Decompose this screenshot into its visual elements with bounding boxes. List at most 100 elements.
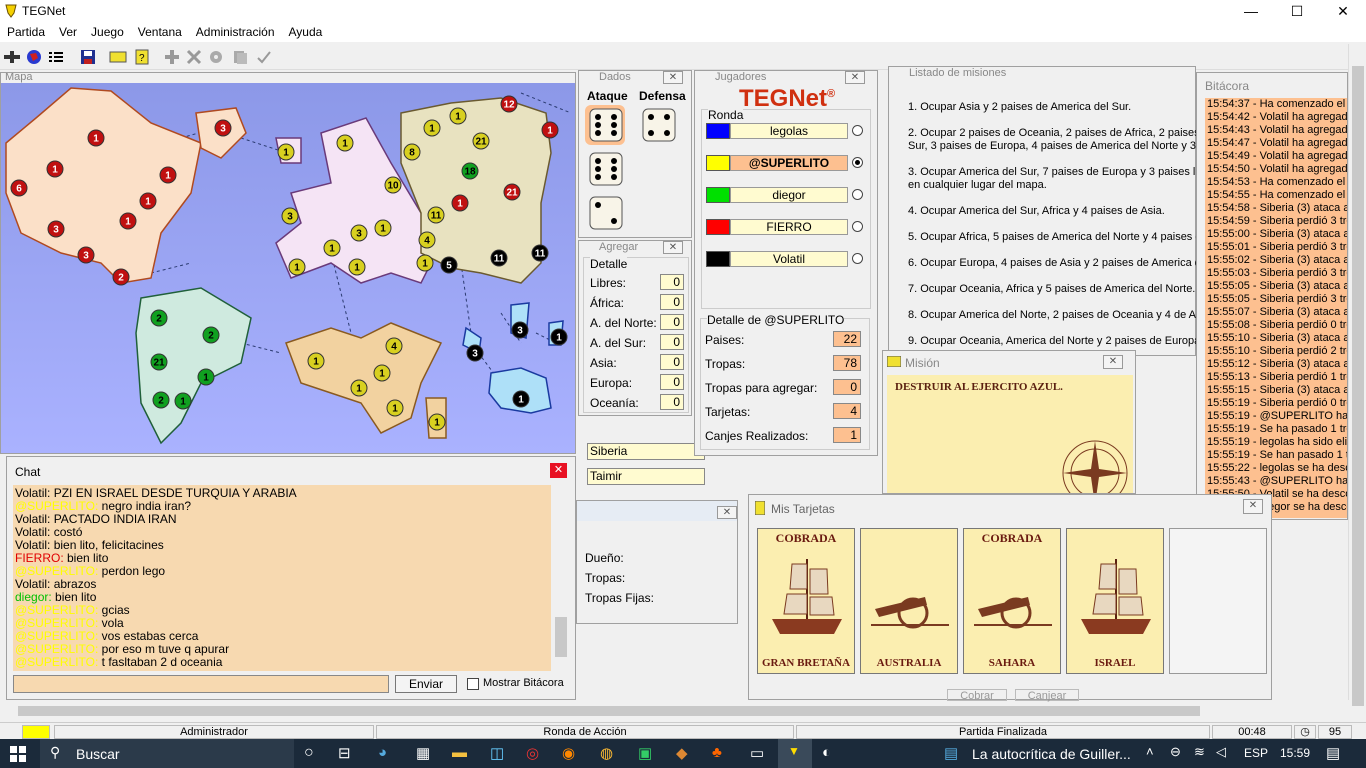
app2-icon[interactable]: ♣ <box>712 744 722 761</box>
main-horizontal-scrollbar[interactable] <box>0 702 1348 720</box>
task-view-icon[interactable]: ⊟ <box>338 744 351 762</box>
end-turn-check-icon[interactable] <box>254 47 274 67</box>
player-radio-selected[interactable] <box>852 157 863 168</box>
chrome-icon[interactable]: ◍ <box>600 744 613 762</box>
volume-icon[interactable]: ◁ <box>1216 744 1226 760</box>
window-title: TEGNet <box>22 4 66 18</box>
mission-item: Sur, 3 paises de Europa, 4 paises de Ame… <box>908 140 1206 152</box>
player-radio[interactable] <box>852 221 863 232</box>
menu-ver[interactable]: Ver <box>52 22 84 42</box>
main-vertical-scrollbar[interactable] <box>1348 44 1366 706</box>
player-color-swatch <box>706 251 730 267</box>
add-row-value: 0 <box>660 314 684 330</box>
menu-ventana[interactable]: Ventana <box>131 22 189 42</box>
store-icon[interactable]: ◫ <box>490 744 504 762</box>
language-indicator[interactable]: ESP <box>1244 746 1268 760</box>
cortana-icon[interactable]: ○ <box>304 744 314 762</box>
log-entry: 15:55:22 - legolas se ha desc <box>1207 462 1348 474</box>
selected-country-to[interactable]: Taimir <box>587 468 705 485</box>
log-entry: 15:55:10 - Siberia (3) ataca a <box>1207 332 1348 344</box>
army-count: 21 <box>506 188 518 199</box>
chat-text: PACTADO INDIA IRAN <box>50 512 177 526</box>
army-count: 1 <box>547 126 553 137</box>
list-icon[interactable] <box>46 47 66 67</box>
collect-button[interactable]: Cobrar <box>947 689 1007 702</box>
copy-icon[interactable] <box>230 47 250 67</box>
app3-icon[interactable]: ▭ <box>750 744 764 762</box>
card-yellow-icon[interactable] <box>108 47 128 67</box>
show-log-checkbox[interactable] <box>467 678 479 690</box>
target-icon[interactable]: ◎ <box>526 744 539 762</box>
player-radio[interactable] <box>852 189 863 200</box>
detail-value: 0 <box>833 379 861 395</box>
scrollbar-thumb[interactable] <box>1352 66 1364 706</box>
app4-icon[interactable]: ◐ <box>822 744 831 761</box>
taskbar-search-box[interactable]: ⚲ Buscar <box>40 739 294 768</box>
log-entry: 15:55:07 - Siberia (3) ataca a <box>1207 306 1348 318</box>
edge-icon[interactable]: ◕ <box>378 744 387 761</box>
country-card[interactable]: COBRADA SAHARA <box>963 528 1061 674</box>
app-icon[interactable]: ◆ <box>676 744 688 762</box>
calculator-icon[interactable]: ▦ <box>416 744 430 762</box>
country-card[interactable]: ISRAEL <box>1066 528 1164 674</box>
chat-scrollbar[interactable] <box>553 485 569 671</box>
taskbar-clock[interactable]: 15:59 <box>1280 746 1310 760</box>
news-headline[interactable]: La autocrítica de Guiller... <box>972 746 1131 762</box>
log-list[interactable]: 15:54:37 - Ha comenzado el t 15:54:42 - V… <box>1205 98 1348 518</box>
excel-icon[interactable]: ▣ <box>638 744 652 762</box>
minimize-button[interactable]: — <box>1228 0 1274 22</box>
detail-label: Paises: <box>705 333 745 347</box>
globe-icon[interactable] <box>24 47 44 67</box>
wifi-icon[interactable]: ≋ <box>1194 744 1205 760</box>
menu-partida[interactable]: Partida <box>0 22 52 42</box>
card-question-icon[interactable]: ? <box>132 47 152 67</box>
dice-close-icon[interactable]: ✕ <box>663 71 683 84</box>
send-button[interactable]: Enviar <box>395 675 457 693</box>
teg-task-button[interactable]: ▼ <box>778 739 812 768</box>
connect-icon[interactable] <box>2 47 22 67</box>
mission-item: 7. Ocupar Oceania, Africa y 5 paises de … <box>908 283 1196 295</box>
player-color-swatch <box>706 187 730 203</box>
chat-text: negro india iran? <box>98 499 192 513</box>
notifications-icon[interactable]: ▤ <box>1326 744 1340 762</box>
menu-administracion[interactable]: Administración <box>189 22 282 42</box>
menu-ayuda[interactable]: Ayuda <box>282 22 330 42</box>
mission-close-icon[interactable]: ✕ <box>1103 355 1123 369</box>
player-radio[interactable] <box>852 125 863 136</box>
tray-chevron-icon[interactable]: ˄ <box>1146 744 1154 759</box>
country-card[interactable]: COBRADA GRAN BRETAÑA <box>757 528 855 674</box>
army-count: 21 <box>153 358 165 369</box>
chat-nick: FIERRO: <box>15 551 64 565</box>
add-row-label: Asia: <box>590 356 617 370</box>
attack-label: Ataque <box>587 89 628 103</box>
maximize-button[interactable]: ☐ <box>1274 0 1320 22</box>
file-explorer-icon[interactable]: ▬ <box>452 744 467 761</box>
hscroll-thumb[interactable] <box>18 706 1200 716</box>
defense-label: Defensa <box>639 89 686 103</box>
cards-close-icon[interactable]: ✕ <box>1243 499 1263 514</box>
firefox-icon[interactable]: ◉ <box>562 744 575 762</box>
world-map[interactable]: 13611113321212111131113 11081121114114111… <box>1 83 576 454</box>
players-close-icon[interactable]: ✕ <box>845 71 865 84</box>
card-status: COBRADA <box>775 531 837 545</box>
add-troops-icon[interactable] <box>162 47 182 67</box>
exchange-button[interactable]: Canjear <box>1015 689 1079 702</box>
save-icon[interactable] <box>78 47 98 67</box>
army-count: 2 <box>208 331 214 342</box>
chat-scrollbar-thumb[interactable] <box>555 617 567 657</box>
windows-start-icon[interactable] <box>10 746 26 762</box>
chat-input[interactable] <box>13 675 389 693</box>
menu-juego[interactable]: Juego <box>84 22 131 42</box>
player-radio[interactable] <box>852 253 863 264</box>
country-card[interactable]: AUSTRALIA <box>860 528 958 674</box>
attack-icon[interactable] <box>184 47 204 67</box>
chat-close-icon[interactable]: ✕ <box>550 463 567 478</box>
country-info-close-icon[interactable]: ✕ <box>717 506 737 519</box>
mission-item: 6. Ocupar Europa, 4 paises de Asia y 2 p… <box>908 257 1208 269</box>
add-close-icon[interactable]: ✕ <box>663 241 683 254</box>
selected-country-from[interactable]: Siberia <box>587 443 705 460</box>
regroup-icon[interactable] <box>206 47 226 67</box>
news-icon[interactable]: ▤ <box>944 744 958 762</box>
tray-app-icon[interactable]: ⊖ <box>1170 744 1181 760</box>
close-button[interactable]: ✕ <box>1320 0 1366 22</box>
